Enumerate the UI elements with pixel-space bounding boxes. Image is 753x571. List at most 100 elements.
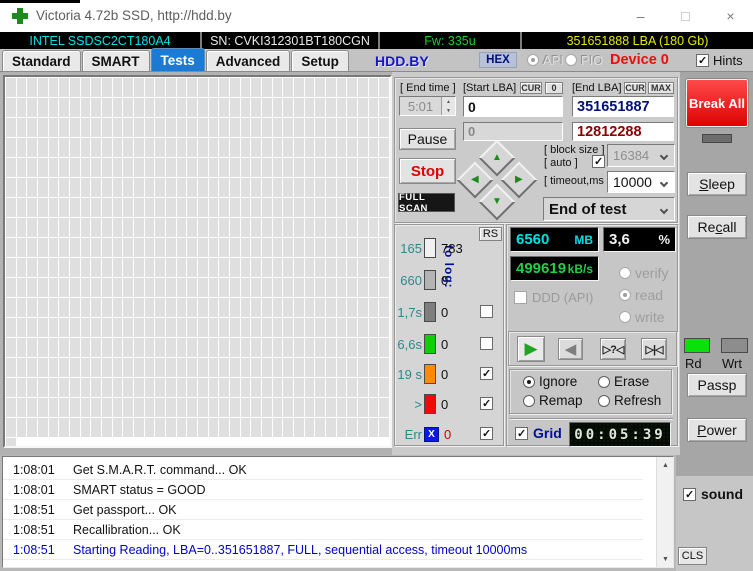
block-cell xyxy=(251,418,261,437)
block-cell xyxy=(6,358,16,377)
block-cell xyxy=(16,138,27,157)
full-scan-button[interactable]: FULL SCAN xyxy=(398,192,455,214)
pio-radio[interactable] xyxy=(565,54,577,66)
block-cell xyxy=(379,238,389,257)
remap-radio[interactable] xyxy=(523,395,535,407)
block-cell xyxy=(315,78,325,97)
block-cell xyxy=(336,178,347,197)
write-radio[interactable] xyxy=(619,311,631,323)
pause-button[interactable]: Pause xyxy=(399,128,456,150)
sleep-button[interactable]: Sleep xyxy=(687,172,747,196)
recall-button[interactable]: Re c all xyxy=(687,215,747,239)
block-cell xyxy=(347,98,357,117)
block-size-dropdown[interactable]: 16384 xyxy=(607,144,675,167)
block-cell xyxy=(123,98,133,117)
log-scrollbar[interactable]: ▲ ▼ xyxy=(656,457,673,567)
end-max-button[interactable]: MAX xyxy=(648,82,674,94)
speed-bins-group: RS to log: 16578366001,7s06,6s019 s0>0Er… xyxy=(394,224,504,446)
scroll-down-icon[interactable]: ▼ xyxy=(657,551,674,567)
tab-advanced[interactable]: Advanced xyxy=(205,50,291,71)
block-cell xyxy=(166,178,176,197)
tab-smart[interactable]: SMART xyxy=(81,50,150,71)
passp-button[interactable]: Passp xyxy=(687,373,747,397)
seek-end-button[interactable]: ▷|◁ xyxy=(641,338,667,360)
erase-radio[interactable] xyxy=(598,376,610,388)
start-cur-button[interactable]: CUR xyxy=(520,82,542,94)
block-cell xyxy=(240,98,251,117)
spinner-arrows[interactable]: ▲ ▼ xyxy=(441,97,455,115)
right-arrow-icon: ▶ xyxy=(515,173,523,185)
scroll-up-icon[interactable]: ▲ xyxy=(657,457,674,473)
bin-log-checkbox[interactable] xyxy=(480,427,493,440)
seek-question-button[interactable]: ▷?◁ xyxy=(600,338,626,360)
block-cell xyxy=(70,298,80,317)
hints-checkbox[interactable] xyxy=(696,54,709,67)
minimize-button[interactable]: – xyxy=(618,0,663,32)
block-cell xyxy=(251,158,261,177)
tab-standard[interactable]: Standard xyxy=(2,50,81,71)
close-button[interactable]: × xyxy=(708,0,753,32)
bin-count: 0 xyxy=(441,336,449,352)
cls-button[interactable]: CLS xyxy=(678,547,707,565)
sound-checkbox[interactable] xyxy=(683,487,696,501)
end-time-spinner[interactable]: 5:01 ▲ ▼ xyxy=(399,96,456,116)
verify-radio[interactable] xyxy=(619,267,631,279)
tab-setup[interactable]: Setup xyxy=(291,50,349,71)
block-cell xyxy=(27,258,37,277)
start-zero-button[interactable]: 0 xyxy=(545,82,563,94)
auto-checkbox[interactable] xyxy=(592,155,605,168)
read-radio[interactable] xyxy=(619,289,631,301)
break-all-button[interactable]: Break All xyxy=(685,78,749,128)
hex-button[interactable]: HEX xyxy=(479,52,517,68)
block-cell xyxy=(48,398,59,417)
block-cell xyxy=(155,298,165,317)
block-cell xyxy=(219,398,229,417)
block-cell xyxy=(134,218,144,237)
block-cell xyxy=(91,258,101,277)
refresh-radio[interactable] xyxy=(598,395,610,407)
block-cell xyxy=(251,378,261,397)
block-cell xyxy=(187,238,197,257)
block-cell xyxy=(283,118,293,137)
block-cell xyxy=(123,178,133,197)
block-cell xyxy=(155,278,165,297)
block-cell xyxy=(38,318,48,337)
play-button[interactable]: ▶ xyxy=(517,336,545,362)
start-lba-label: [Start LBA] xyxy=(463,82,517,94)
block-cell xyxy=(304,178,315,197)
start-lba-input[interactable] xyxy=(463,96,563,117)
block-cell xyxy=(102,178,112,197)
maximize-button[interactable] xyxy=(663,0,708,32)
grid-checkbox[interactable] xyxy=(515,427,528,440)
ddd-checkbox[interactable] xyxy=(514,291,527,304)
rewind-button[interactable]: ◀ xyxy=(558,338,583,360)
stop-button[interactable]: Stop xyxy=(399,158,456,184)
tab-tests[interactable]: Tests xyxy=(150,48,205,71)
api-radio[interactable] xyxy=(527,54,539,66)
title-bar: Victoria 4.72b SSD, http://hdd.by – × xyxy=(0,0,753,32)
block-cell xyxy=(70,258,80,277)
timeout-dropdown[interactable]: 10000 xyxy=(607,171,675,193)
block-cell xyxy=(27,378,37,397)
power-button[interactable]: Power xyxy=(687,418,747,442)
end-cur-button[interactable]: CUR xyxy=(624,82,646,94)
bin-log-checkbox[interactable] xyxy=(480,397,493,410)
bin-log-checkbox[interactable] xyxy=(480,305,493,318)
end-lba-input[interactable] xyxy=(572,96,674,117)
block-cell xyxy=(272,78,283,97)
end-action-dropdown[interactable]: End of test xyxy=(543,197,675,221)
block-cell xyxy=(91,278,101,297)
block-cell xyxy=(219,98,229,117)
ignore-radio[interactable] xyxy=(523,376,535,388)
block-cell xyxy=(368,98,379,117)
block-cell xyxy=(251,198,261,217)
bin-log-checkbox[interactable] xyxy=(480,367,493,380)
block-cell xyxy=(294,398,304,417)
bin-log-checkbox[interactable] xyxy=(480,337,493,350)
block-cell xyxy=(262,238,272,257)
block-cell xyxy=(80,218,91,237)
block-cell xyxy=(27,298,37,317)
block-cell xyxy=(176,318,187,337)
block-cell xyxy=(368,338,379,357)
auto-label: [ auto ] xyxy=(544,157,578,169)
